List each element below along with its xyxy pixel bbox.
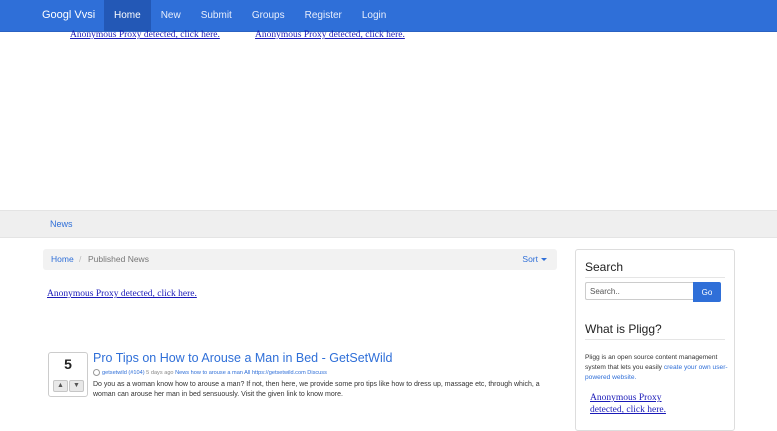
- divider: [585, 339, 725, 340]
- nav-groups[interactable]: Groups: [242, 0, 295, 31]
- story-description: Do you as a woman know how to arouse a m…: [93, 381, 540, 398]
- thumbs-down-icon[interactable]: ▼: [69, 380, 84, 392]
- story-url[interactable]: https://getsetwild.com: [252, 370, 306, 376]
- caret-down-icon: [541, 258, 547, 262]
- sub-navbar: News: [0, 210, 777, 238]
- story-tags[interactable]: how to arouse a man All: [191, 370, 251, 376]
- vote-count: 5: [64, 356, 72, 372]
- vote-box: 5 ▲ ▼: [48, 352, 88, 397]
- search-input[interactable]: [585, 282, 693, 300]
- story-discuss[interactable]: Discuss: [307, 370, 327, 376]
- sort-dropdown[interactable]: Sort: [522, 249, 547, 270]
- proxy-link-sidebar-1[interactable]: Anonymous Proxy: [590, 393, 662, 403]
- sort-label: Sort: [522, 254, 538, 264]
- nav-submit[interactable]: Submit: [191, 0, 242, 31]
- nav-register[interactable]: Register: [295, 0, 352, 31]
- story-age: 5 days ago: [146, 369, 174, 376]
- thumbs-up-icon[interactable]: ▲: [53, 380, 68, 392]
- story-title[interactable]: Pro Tips on How to Arouse a Man in Bed -…: [93, 351, 392, 365]
- nav-login[interactable]: Login: [352, 0, 396, 31]
- breadcrumb: Home / Published News Sort: [43, 249, 557, 270]
- story-author[interactable]: getsetwild (#104): [102, 370, 145, 376]
- top-navbar: Googl Vvsi Home New Submit Groups Regist…: [0, 0, 777, 32]
- main-nav: Home New Submit Groups Register Login: [104, 0, 396, 31]
- nav-home[interactable]: Home: [104, 0, 151, 31]
- story-category[interactable]: News: [175, 370, 189, 376]
- proxy-link-top-left[interactable]: Anonymous Proxy detected, click here.: [70, 30, 220, 40]
- breadcrumb-separator: /: [79, 254, 82, 264]
- search-go-button[interactable]: Go: [693, 282, 721, 302]
- divider: [585, 277, 725, 278]
- brand-logo[interactable]: Googl Vvsi: [42, 0, 95, 31]
- story-item: 5 ▲ ▼ Pro Tips on How to Arouse a Man in…: [47, 350, 557, 420]
- story-meta: getsetwild (#104) 5 days ago News how to…: [93, 369, 327, 376]
- proxy-link-sidebar-2[interactable]: detected, click here.: [590, 405, 666, 415]
- what-is-pligg-text: Pligg is an open source content manageme…: [585, 353, 730, 383]
- subnav-news[interactable]: News: [50, 211, 73, 237]
- breadcrumb-home[interactable]: Home: [51, 249, 74, 270]
- proxy-link-main[interactable]: Anonymous Proxy detected, click here.: [47, 289, 197, 299]
- user-icon: [93, 369, 100, 376]
- what-is-pligg-heading: What is Pligg?: [585, 322, 662, 336]
- proxy-link-top-right[interactable]: Anonymous Proxy detected, click here.: [255, 30, 405, 40]
- breadcrumb-current: Published News: [88, 254, 149, 264]
- nav-new[interactable]: New: [151, 0, 191, 31]
- search-heading: Search: [585, 260, 624, 274]
- sidebar: Search Go What is Pligg? Pligg is an ope…: [575, 249, 735, 431]
